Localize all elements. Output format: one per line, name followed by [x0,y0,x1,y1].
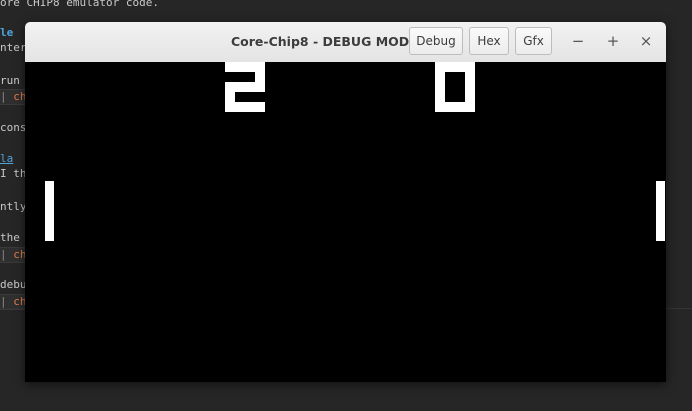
right-paddle [656,181,665,241]
score-pixel [465,92,475,102]
editor-link[interactable]: la [0,153,13,165]
score-pixel [435,92,445,102]
score-pixel [435,102,445,112]
score-pixel [435,82,445,92]
minimize-icon[interactable]: − [568,31,588,51]
editor-line: the [0,231,20,244]
score-pixel [435,72,445,82]
score-pixel [225,62,235,72]
editor-line: ntly [0,200,27,213]
score-pixel [225,92,235,102]
score-pixel [445,62,455,72]
score-pixel [445,102,455,112]
game-screen[interactable] [25,62,666,382]
window-title: Core-Chip8 - DEBUG MODE [231,34,418,49]
editor-line: nter [0,41,27,54]
close-icon[interactable]: × [636,31,656,51]
score-pixel [465,82,475,92]
titlebar[interactable]: Core-Chip8 - DEBUG MODE Debug Hex Gfx − … [25,22,666,63]
emulator-window: Core-Chip8 - DEBUG MODE Debug Hex Gfx − … [25,22,666,382]
score-left [225,62,265,112]
score-pixel [225,82,235,92]
editor-line: run [0,74,20,87]
editor-line: debu [0,278,27,291]
score-pixel [235,102,245,112]
score-pixel [455,62,465,72]
score-pixel [225,102,235,112]
code-gutter: | [0,248,7,261]
score-pixel [435,62,445,72]
score-pixel [245,62,255,72]
hex-button[interactable]: Hex [469,27,509,55]
maximize-icon[interactable]: + [603,31,623,51]
debug-button[interactable]: Debug [409,27,463,55]
score-pixel [465,62,475,72]
editor-line: ore CHIP8 emulator code. [0,0,159,9]
score-pixel [235,82,245,92]
code-gutter: | [0,295,7,308]
code-gutter: | [0,90,7,103]
score-pixel [255,102,265,112]
score-pixel [465,102,475,112]
score-right [435,62,475,112]
score-pixel [255,72,265,82]
score-pixel [245,102,255,112]
score-pixel [465,72,475,82]
score-pixel [255,82,265,92]
score-pixel [235,62,245,72]
score-pixel [245,82,255,92]
editor-heading: le [0,26,14,39]
score-pixel [455,102,465,112]
left-paddle [45,181,54,241]
gfx-button[interactable]: Gfx [515,27,552,55]
score-pixel [255,62,265,72]
